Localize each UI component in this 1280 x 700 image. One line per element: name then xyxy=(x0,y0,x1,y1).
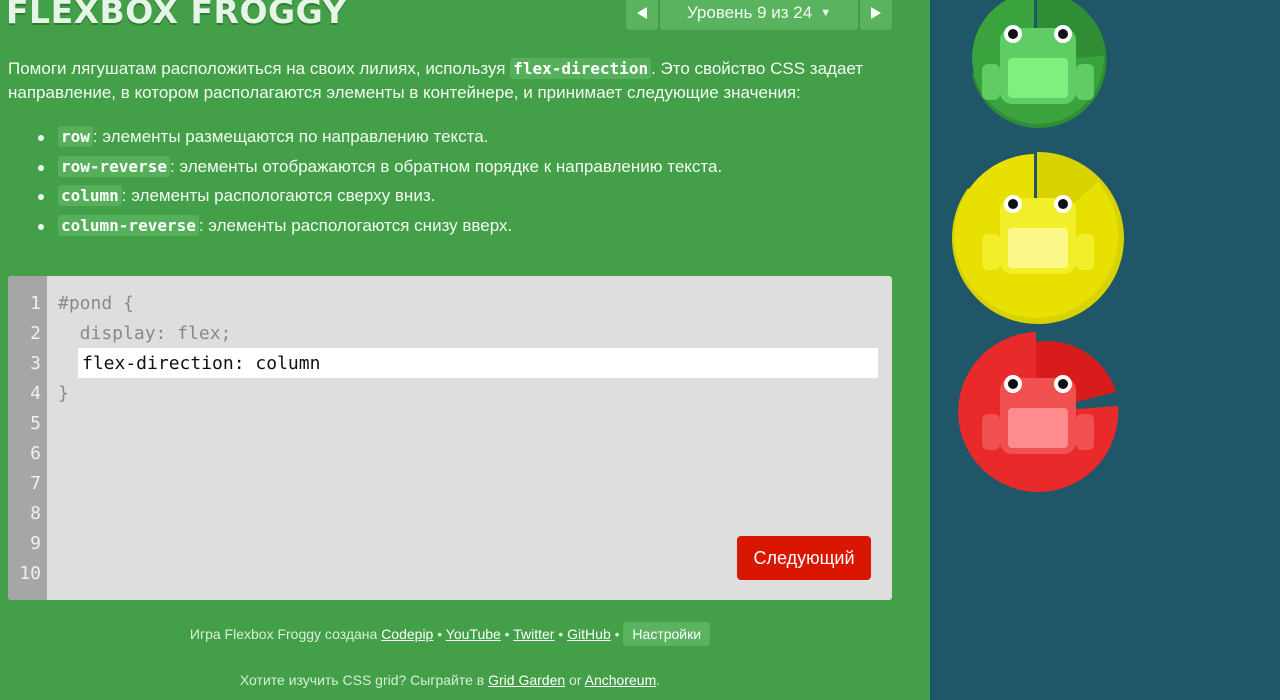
code-line-display: display: flex; xyxy=(58,323,232,344)
red-frog xyxy=(982,375,1094,454)
grid-prefix: Хотите изучить CSS grid? Сыграйте в xyxy=(239,672,489,688)
credits: Игра Flexbox Froggy создана Codepip • Yo… xyxy=(0,622,900,646)
grid-promo: Хотите изучить CSS grid? Сыграйте в Grid… xyxy=(0,672,900,688)
separator: • xyxy=(610,626,624,642)
codepip-link[interactable]: Codepip xyxy=(381,626,433,642)
list-item: column-reverse: элементы распологаются с… xyxy=(36,213,722,243)
separator: • xyxy=(500,626,514,642)
list-item: row: элементы размещаются по направлению… xyxy=(36,124,722,154)
grid-garden-link[interactable]: Grid Garden xyxy=(488,672,565,688)
youtube-link[interactable]: YouTube xyxy=(446,626,501,642)
separator: • xyxy=(554,626,568,642)
triangle-right-icon xyxy=(871,7,881,19)
instructions-text: Помоги лягушатам расположиться на своих … xyxy=(8,57,908,105)
level-navigation: Уровень 9 из 24 ▼ xyxy=(626,0,892,30)
code-editor: 1 2 3 4 5 6 7 8 9 10 #pond { display: fl… xyxy=(8,276,892,600)
green-frog xyxy=(982,25,1094,104)
next-button[interactable]: Следующий xyxy=(737,536,871,580)
line-number: 1 xyxy=(30,293,41,314)
yellow-frog xyxy=(982,195,1094,274)
instructions-panel: FLEXBOX FROGGY Уровень 9 из 24 ▼ Помоги … xyxy=(0,0,930,700)
grid-end: . xyxy=(656,672,661,688)
grid-or: or xyxy=(565,672,585,688)
value-description: : элементы распологаются снизу вверх. xyxy=(198,215,513,235)
code-line-selector: #pond { xyxy=(58,293,134,314)
list-item: row-reverse: элементы отображаются в обр… xyxy=(36,154,722,184)
value-code: column xyxy=(58,185,122,206)
property-values-list: row: элементы размещаются по направлению… xyxy=(36,124,722,242)
intro-text-before: Помоги лягушатам расположиться на своих … xyxy=(8,59,511,78)
chevron-down-icon: ▼ xyxy=(820,7,832,19)
next-level-button[interactable] xyxy=(860,0,892,30)
line-number: 2 xyxy=(30,323,41,344)
twitter-link[interactable]: Twitter xyxy=(513,626,554,642)
credits-prefix: Игра Flexbox Froggy создана xyxy=(189,626,382,642)
code-line-closing-brace: } xyxy=(58,383,69,404)
line-number: 7 xyxy=(30,473,41,494)
line-number: 9 xyxy=(30,533,41,554)
line-number: 6 xyxy=(30,443,41,464)
line-number: 4 xyxy=(30,383,41,404)
pond xyxy=(930,0,1280,700)
property-code: flex-direction xyxy=(510,58,652,79)
value-description: : элементы размещаются по направлению те… xyxy=(92,127,489,146)
value-code: column-reverse xyxy=(58,214,199,236)
line-number: 3 xyxy=(30,353,41,374)
value-description: : элементы распологаются сверху вниз. xyxy=(121,186,436,205)
list-item: column: элементы распологаются сверху вн… xyxy=(36,183,722,213)
value-code: row-reverse xyxy=(58,155,170,177)
line-number-gutter: 1 2 3 4 5 6 7 8 9 10 xyxy=(8,276,47,600)
line-number: 8 xyxy=(30,503,41,524)
css-code-input[interactable] xyxy=(78,348,878,378)
line-number: 10 xyxy=(19,563,41,584)
app-logo: FLEXBOX FROGGY xyxy=(6,0,347,31)
level-label: Уровень 9 из 24 xyxy=(686,3,813,22)
github-link[interactable]: GitHub xyxy=(567,626,611,642)
previous-level-button[interactable] xyxy=(626,0,658,30)
value-description: : элементы отображаются в обратном поряд… xyxy=(169,156,723,176)
line-number: 5 xyxy=(30,413,41,434)
triangle-left-icon xyxy=(637,7,647,19)
separator: • xyxy=(433,626,446,642)
level-dropdown[interactable]: Уровень 9 из 24 ▼ xyxy=(660,0,858,30)
settings-button[interactable]: Настройки xyxy=(623,622,711,646)
value-code: row xyxy=(58,126,93,147)
anchoreum-link[interactable]: Anchoreum xyxy=(585,672,657,688)
